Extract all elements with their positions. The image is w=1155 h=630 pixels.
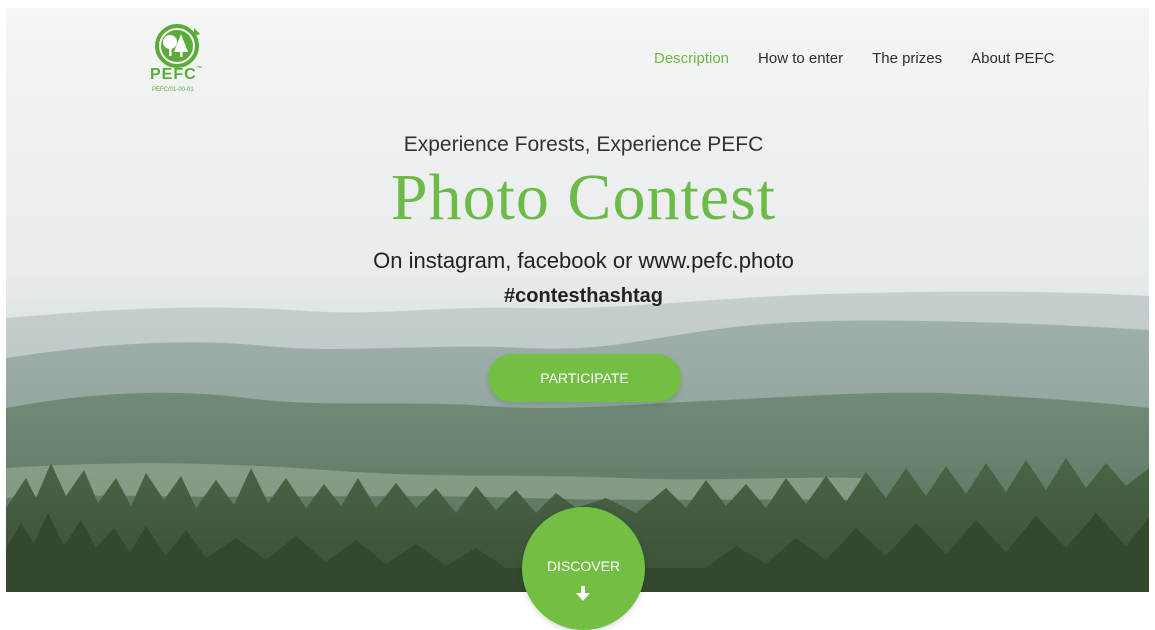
- logo-wordmark: PEFC™: [150, 66, 203, 83]
- main-nav: Description How to enter The prizes Abou…: [654, 50, 1054, 67]
- discover-button[interactable]: DISCOVER: [522, 507, 645, 630]
- nav-item-how-to-enter[interactable]: How to enter: [758, 50, 843, 67]
- pefc-trees-logo-icon: [155, 24, 200, 68]
- hero-title: Photo Contest: [390, 161, 777, 234]
- hero-hashtag: #contesthashtag: [504, 285, 663, 307]
- nav-item-the-prizes[interactable]: The prizes: [872, 50, 942, 67]
- nav-item-about-pefc[interactable]: About PEFC: [971, 50, 1054, 67]
- nav-item-description[interactable]: Description: [654, 50, 729, 67]
- hero-subtitle: Experience Forests, Experience PEFC: [403, 133, 764, 156]
- landing-page: PEFC™ PEFC/01-00-01 Description How to e…: [0, 0, 1155, 630]
- pefc-logo[interactable]: PEFC™ PEFC/01-00-01: [146, 22, 212, 102]
- hero-tagline: On instagram, facebook or www.pefc.photo: [373, 248, 794, 273]
- arrow-down-icon: [576, 586, 590, 601]
- discover-label: DISCOVER: [546, 558, 621, 574]
- participate-button[interactable]: PARTICIPATE: [488, 354, 681, 402]
- logo-code: PEFC/01-00-01: [152, 87, 194, 93]
